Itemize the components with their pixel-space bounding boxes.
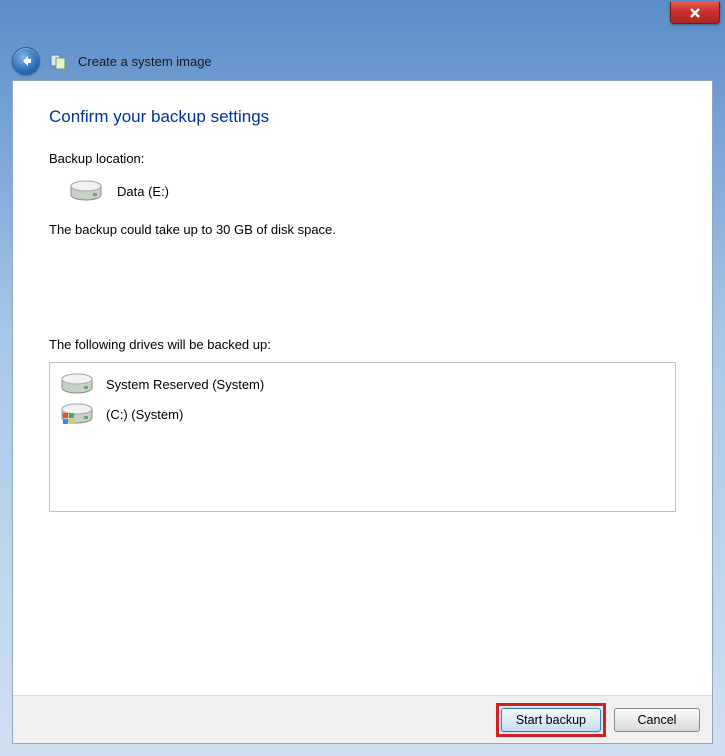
highlight-annotation: Start backup — [496, 703, 606, 737]
wizard-panel: Confirm your backup settings Backup loca… — [12, 80, 713, 744]
drives-list-label: The following drives will be backed up: — [49, 337, 676, 352]
close-icon — [689, 7, 701, 19]
window-titlebar — [670, 0, 725, 24]
backup-location-row: Data (E:) — [69, 180, 676, 202]
back-button[interactable] — [12, 47, 40, 75]
space-notice: The backup could take up to 30 GB of dis… — [49, 222, 676, 237]
wizard-content: Confirm your backup settings Backup loca… — [13, 81, 712, 695]
drive-row: (C:) (System) — [54, 399, 671, 429]
arrow-left-icon — [19, 54, 33, 68]
drives-list: System Reserved (System) (C:) (Sys — [49, 362, 676, 512]
backup-location-label: Backup location: — [49, 151, 676, 166]
harddrive-windows-icon — [60, 403, 94, 425]
drive-name: (C:) (System) — [106, 407, 183, 422]
backup-location-value: Data (E:) — [117, 184, 169, 199]
start-backup-button[interactable]: Start backup — [501, 708, 601, 732]
harddrive-icon — [60, 373, 94, 395]
cancel-button[interactable]: Cancel — [614, 708, 700, 732]
program-icon — [50, 52, 68, 70]
wizard-header: Create a system image — [12, 44, 713, 78]
drive-name: System Reserved (System) — [106, 377, 264, 392]
drive-row: System Reserved (System) — [54, 369, 671, 399]
wizard-footer: Start backup Cancel — [13, 695, 712, 743]
harddrive-icon — [69, 180, 103, 202]
program-title: Create a system image — [78, 54, 212, 69]
close-button[interactable] — [670, 2, 720, 24]
page-heading: Confirm your backup settings — [49, 107, 676, 127]
